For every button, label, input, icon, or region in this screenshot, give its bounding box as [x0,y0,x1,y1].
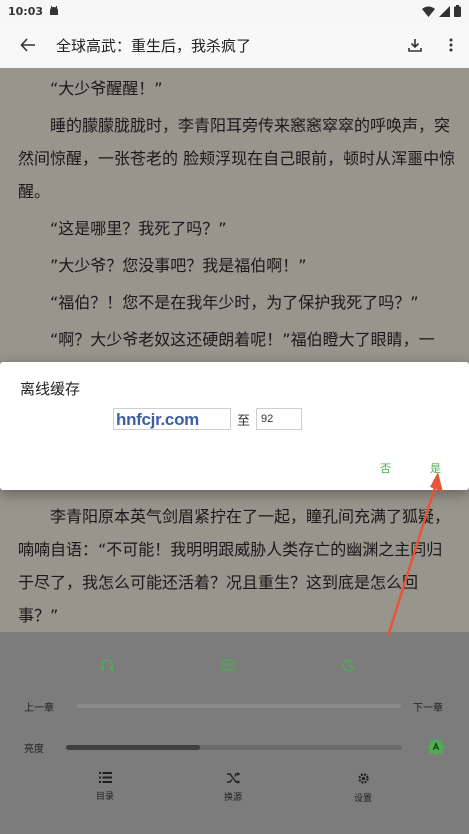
end-chapter-input[interactable] [256,408,303,430]
range-to-label: 至 [237,413,251,429]
arrow-back-icon [20,38,35,52]
status-time: 10:03 [8,4,44,18]
offline-cache-dialog: 离线缓存 至 hnfcjr.com 否 是 [0,362,469,490]
signal-icon [439,5,450,17]
dialog-title: 离线缓存 [20,380,81,398]
modal-scrim-bottom[interactable] [0,632,469,834]
more-vert-icon [449,38,453,52]
battery-icon [454,5,461,17]
more-button[interactable] [433,22,469,68]
cancel-button[interactable]: 否 [380,460,391,476]
book-title: 全球高武：重生后，我杀疯了 [56,36,252,55]
download-button[interactable] [397,22,433,68]
status-bar: 10:03 [0,0,469,22]
app-bar: 全球高武：重生后，我杀疯了 [0,22,469,68]
confirm-button[interactable]: 是 [430,460,441,476]
download-icon [408,39,422,52]
android-notification-icon [49,6,59,16]
watermark-text: hnfcjr.com [116,410,199,429]
wifi-icon [422,6,435,17]
back-button[interactable] [0,22,56,68]
